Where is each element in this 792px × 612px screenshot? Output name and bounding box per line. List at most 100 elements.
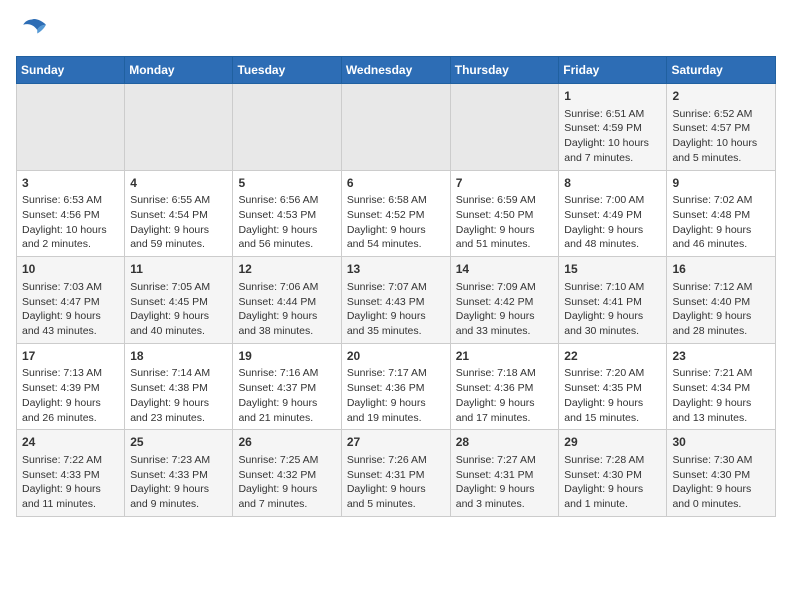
calendar-week-row: 24Sunrise: 7:22 AMSunset: 4:33 PMDayligh…	[17, 430, 776, 517]
calendar-day-cell	[233, 84, 341, 171]
calendar-day-cell: 25Sunrise: 7:23 AMSunset: 4:33 PMDayligh…	[125, 430, 233, 517]
day-info: Sunset: 4:39 PM	[22, 381, 119, 396]
day-number: 4	[130, 175, 227, 192]
day-number: 10	[22, 261, 119, 278]
calendar-day-cell: 11Sunrise: 7:05 AMSunset: 4:45 PMDayligh…	[125, 257, 233, 344]
day-info: Sunset: 4:32 PM	[238, 468, 335, 483]
day-info: Sunrise: 7:10 AM	[564, 280, 661, 295]
day-number: 13	[347, 261, 445, 278]
day-info: Sunrise: 6:58 AM	[347, 193, 445, 208]
day-info: Sunrise: 7:20 AM	[564, 366, 661, 381]
day-info: Sunrise: 7:14 AM	[130, 366, 227, 381]
day-info: Sunrise: 7:00 AM	[564, 193, 661, 208]
weekday-header: Friday	[559, 57, 667, 84]
day-info: Daylight: 9 hours and 7 minutes.	[238, 482, 335, 511]
day-info: Daylight: 9 hours and 54 minutes.	[347, 223, 445, 252]
day-info: Sunset: 4:50 PM	[456, 208, 554, 223]
calendar-day-cell: 1Sunrise: 6:51 AMSunset: 4:59 PMDaylight…	[559, 84, 667, 171]
day-info: Sunrise: 7:26 AM	[347, 453, 445, 468]
day-number: 6	[347, 175, 445, 192]
day-info: Sunset: 4:36 PM	[347, 381, 445, 396]
day-info: Sunset: 4:54 PM	[130, 208, 227, 223]
calendar-day-cell: 27Sunrise: 7:26 AMSunset: 4:31 PMDayligh…	[341, 430, 450, 517]
day-info: Daylight: 9 hours and 13 minutes.	[672, 396, 770, 425]
day-number: 28	[456, 434, 554, 451]
day-info: Sunset: 4:53 PM	[238, 208, 335, 223]
day-number: 9	[672, 175, 770, 192]
day-info: Sunrise: 7:07 AM	[347, 280, 445, 295]
day-info: Sunset: 4:41 PM	[564, 295, 661, 310]
day-info: Sunset: 4:34 PM	[672, 381, 770, 396]
day-number: 12	[238, 261, 335, 278]
day-info: Sunset: 4:35 PM	[564, 381, 661, 396]
day-info: Sunrise: 7:17 AM	[347, 366, 445, 381]
day-info: Sunrise: 7:09 AM	[456, 280, 554, 295]
day-info: Sunrise: 7:27 AM	[456, 453, 554, 468]
day-info: Sunset: 4:45 PM	[130, 295, 227, 310]
page-header	[16, 16, 776, 44]
weekday-header: Tuesday	[233, 57, 341, 84]
day-info: Sunrise: 7:28 AM	[564, 453, 661, 468]
weekday-header: Wednesday	[341, 57, 450, 84]
day-info: Daylight: 9 hours and 59 minutes.	[130, 223, 227, 252]
calendar-day-cell: 14 Sunrise: 7:09 AMSunset: 4:42 PMDayligh…	[450, 257, 559, 344]
day-info: Daylight: 9 hours and 48 minutes.	[564, 223, 661, 252]
weekday-header: Sunday	[17, 57, 125, 84]
day-info: Sunset: 4:59 PM	[564, 121, 661, 136]
day-number: 18	[130, 348, 227, 365]
day-info: Sunset: 4:40 PM	[672, 295, 770, 310]
day-info: Daylight: 10 hours and 5 minutes.	[672, 136, 770, 165]
day-info: Daylight: 9 hours and 9 minutes.	[130, 482, 227, 511]
day-number: 2	[672, 88, 770, 105]
day-number: 14	[456, 261, 554, 278]
day-info: Daylight: 9 hours and 33 minutes.	[456, 309, 554, 338]
day-info: Daylight: 10 hours and 7 minutes.	[564, 136, 661, 165]
day-info: Daylight: 9 hours and 40 minutes.	[130, 309, 227, 338]
day-info: Sunset: 4:30 PM	[672, 468, 770, 483]
day-number: 1	[564, 88, 661, 105]
calendar-day-cell: 20Sunrise: 7:17 AMSunset: 4:36 PMDayligh…	[341, 343, 450, 430]
day-info: Daylight: 9 hours and 56 minutes.	[238, 223, 335, 252]
day-info: Sunset: 4:42 PM	[456, 295, 554, 310]
day-info: Daylight: 9 hours and 3 minutes.	[456, 482, 554, 511]
day-info: Sunset: 4:30 PM	[564, 468, 661, 483]
day-info: Sunrise: 7:12 AM	[672, 280, 770, 295]
day-info: Daylight: 9 hours and 46 minutes.	[672, 223, 770, 252]
day-info: Sunset: 4:48 PM	[672, 208, 770, 223]
day-info: Sunset: 4:31 PM	[347, 468, 445, 483]
day-info: Sunrise: 7:18 AM	[456, 366, 554, 381]
calendar-week-row: 3Sunrise: 6:53 AMSunset: 4:56 PMDaylight…	[17, 170, 776, 257]
day-info: Sunrise: 7:02 AM	[672, 193, 770, 208]
logo	[16, 16, 52, 44]
day-number: 15	[564, 261, 661, 278]
day-number: 5	[238, 175, 335, 192]
calendar-day-cell: 30Sunrise: 7:30 AMSunset: 4:30 PMDayligh…	[667, 430, 776, 517]
day-number: 7	[456, 175, 554, 192]
calendar-day-cell: 5Sunrise: 6:56 AMSunset: 4:53 PMDaylight…	[233, 170, 341, 257]
calendar-day-cell: 28 Sunrise: 7:27 AMSunset: 4:31 PMDayligh…	[450, 430, 559, 517]
weekday-header: Saturday	[667, 57, 776, 84]
day-info: Daylight: 9 hours and 21 minutes.	[238, 396, 335, 425]
day-number: 27	[347, 434, 445, 451]
day-info: Daylight: 9 hours and 35 minutes.	[347, 309, 445, 338]
calendar-day-cell: 10Sunrise: 7:03 AMSunset: 4:47 PMDayligh…	[17, 257, 125, 344]
day-info: Daylight: 9 hours and 11 minutes.	[22, 482, 119, 511]
day-number: 8	[564, 175, 661, 192]
calendar-day-cell: 6Sunrise: 6:58 AMSunset: 4:52 PMDaylight…	[341, 170, 450, 257]
calendar-day-cell: 3Sunrise: 6:53 AMSunset: 4:56 PMDaylight…	[17, 170, 125, 257]
day-info: Sunset: 4:36 PM	[456, 381, 554, 396]
day-info: Sunset: 4:57 PM	[672, 121, 770, 136]
day-info: Sunrise: 7:23 AM	[130, 453, 227, 468]
calendar-day-cell: 17Sunrise: 7:13 AMSunset: 4:39 PMDayligh…	[17, 343, 125, 430]
day-info: Sunset: 4:31 PM	[456, 468, 554, 483]
calendar-day-cell: 19Sunrise: 7:16 AMSunset: 4:37 PMDayligh…	[233, 343, 341, 430]
day-info: Sunrise: 6:53 AM	[22, 193, 119, 208]
day-info: Daylight: 9 hours and 1 minute.	[564, 482, 661, 511]
calendar-day-cell: 16Sunrise: 7:12 AMSunset: 4:40 PMDayligh…	[667, 257, 776, 344]
day-info: Daylight: 9 hours and 0 minutes.	[672, 482, 770, 511]
day-info: Daylight: 9 hours and 23 minutes.	[130, 396, 227, 425]
calendar-day-cell: 24Sunrise: 7:22 AMSunset: 4:33 PMDayligh…	[17, 430, 125, 517]
day-number: 3	[22, 175, 119, 192]
day-info: Daylight: 9 hours and 30 minutes.	[564, 309, 661, 338]
calendar-week-row: 10Sunrise: 7:03 AMSunset: 4:47 PMDayligh…	[17, 257, 776, 344]
